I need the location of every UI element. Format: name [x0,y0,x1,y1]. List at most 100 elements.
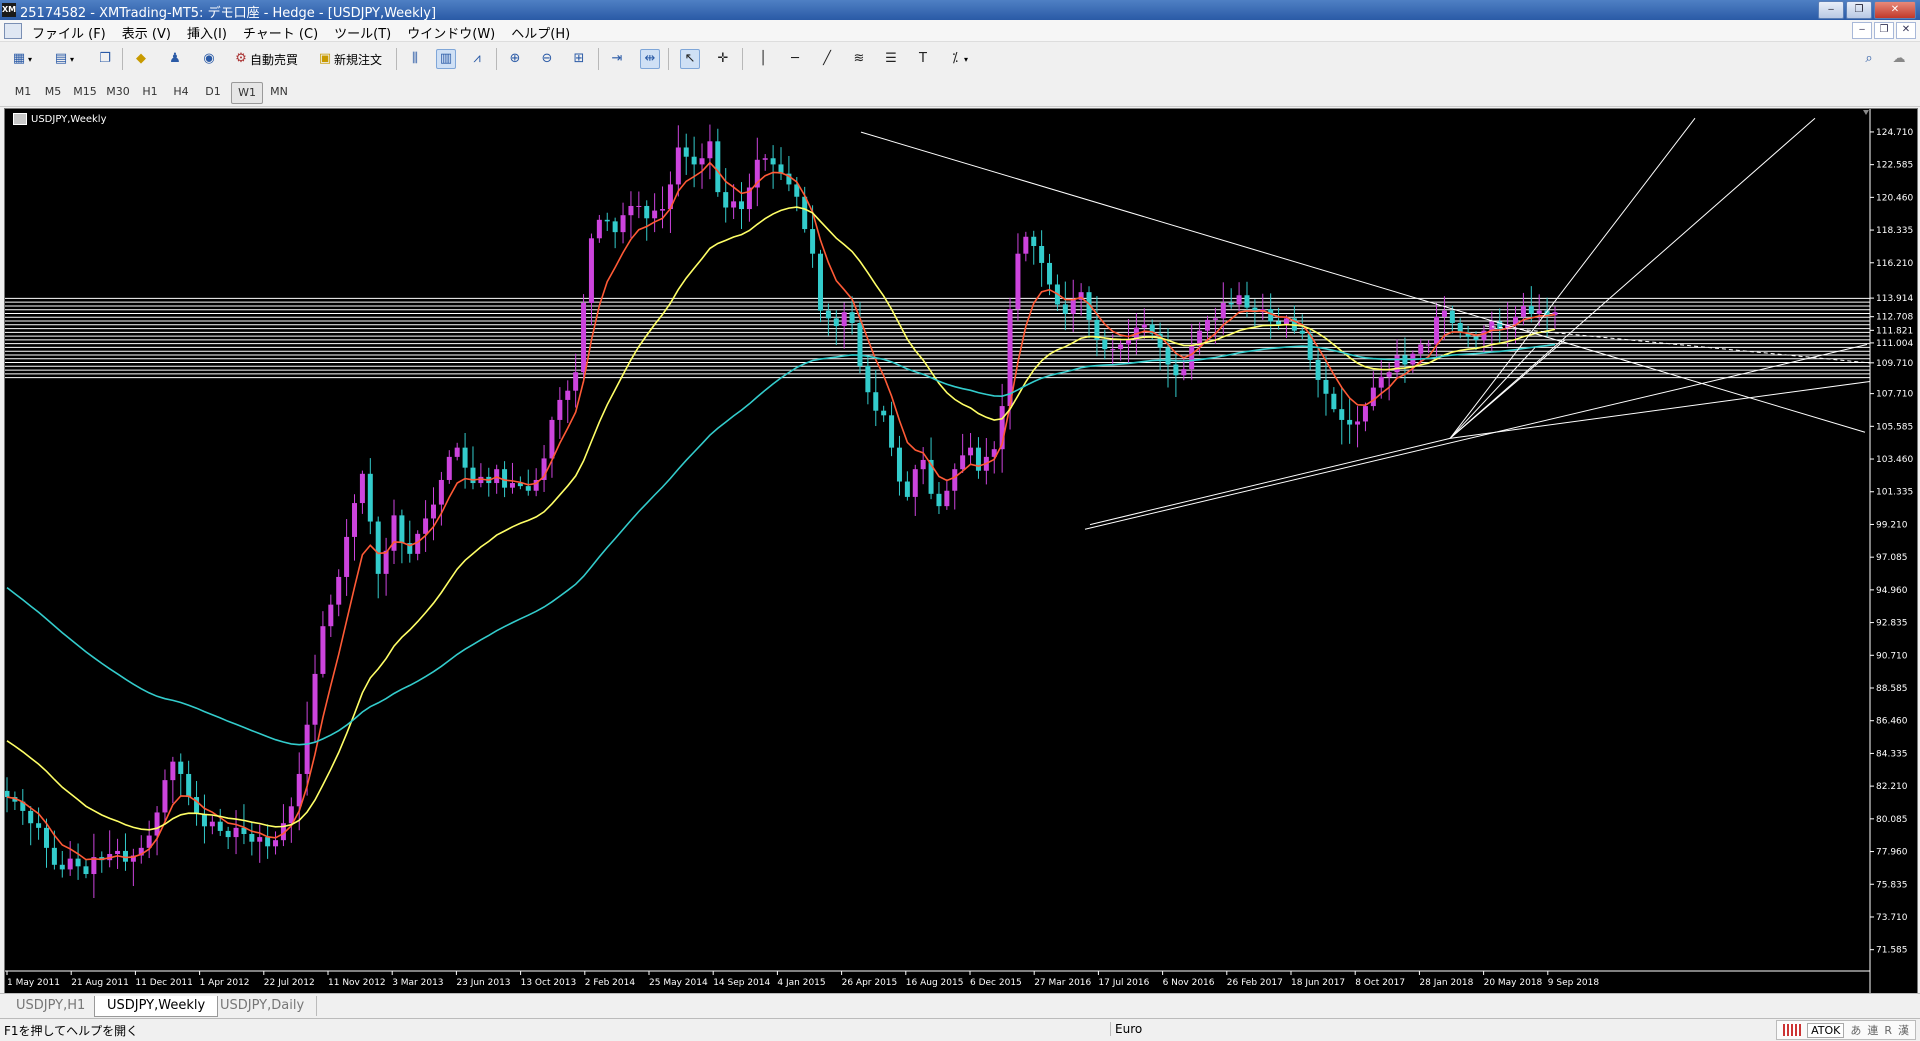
candle-body [1268,309,1274,322]
candle-body [43,827,49,848]
new-order-button[interactable]: ▣ 新規注文 [316,47,382,71]
search-button[interactable]: ⌕ [1860,47,1878,71]
menu-file[interactable]: ファイル (F) [28,22,118,43]
mdi-restore-button[interactable]: ❐ [1874,22,1894,39]
candle-body [502,469,508,488]
zoom-in-button[interactable]: ⊕ [506,47,524,71]
ime-kanji[interactable]: 漢 [1898,1022,1909,1038]
timeframe-m15[interactable]: M15 [70,82,100,102]
candlestick-button[interactable]: ▥ [436,47,456,71]
timeframe-h4[interactable]: H4 [166,82,196,102]
candle-body [67,858,73,870]
restore-button[interactable]: ❐ [1846,1,1872,19]
timeframe-h1[interactable]: H1 [135,82,165,102]
price-tick-label: 124.710 [1876,128,1913,138]
profiles-button[interactable]: ▤ ▾ [52,47,74,71]
app-menu-icon[interactable] [4,23,22,39]
navigator-button[interactable]: ◆ [132,47,150,71]
chart-tabs: USDJPY,H1 USDJPY,Weekly USDJPY,Daily [0,993,1920,1018]
tile-windows-button[interactable]: ⊞ [570,47,588,71]
time-tick-label: 26 Feb 2017 [1227,978,1283,988]
time-tick-label: 4 Jan 2015 [777,978,825,988]
bar-chart-button[interactable]: ⫼ [406,47,424,71]
mdi-close-button[interactable]: ✕ [1896,22,1916,39]
ime-conversion[interactable]: 連 [1867,1022,1878,1038]
tab-usdjpy-weekly[interactable]: USDJPY,Weekly [94,996,219,1017]
chat-icon: ☁ [1892,51,1906,66]
time-tick-label: 18 Jun 2017 [1291,978,1345,988]
mdi-minimize-button[interactable]: ‒ [1852,22,1872,39]
candle-body [849,312,855,323]
time-tick-label: 20 May 2018 [1484,978,1543,988]
candle-body [225,830,231,838]
market-watch-button[interactable]: ❐ [96,47,114,71]
line-chart-button[interactable]: ⩘ [468,47,486,71]
price-tick-label: 107.710 [1876,390,1913,400]
new-chart-button[interactable]: ▦ ▾ [10,47,32,71]
auto-trading-button[interactable]: ⚙ 自動売買 [232,47,298,71]
menu-tools[interactable]: ツール(T) [330,22,403,43]
cursor-button[interactable]: ↖ [680,47,700,71]
ime-roman[interactable]: R [1884,1024,1892,1037]
data-window-button[interactable]: ♟ [166,47,184,71]
time-tick-label: 11 Dec 2011 [135,978,193,988]
candle-body [1347,419,1353,425]
timeframe-m5[interactable]: M5 [38,82,68,102]
timeframe-w1[interactable]: W1 [231,82,263,104]
trendline-button[interactable]: ╱ [818,47,836,71]
channel-button[interactable]: ☰ [882,47,900,71]
timeframe-m30[interactable]: M30 [103,82,133,102]
fibonacci-button[interactable]: ≋ [850,47,868,71]
price-chart[interactable]: 124.710 122.585 120.460 118.335 116.210 113.9… [5,109,1917,994]
candle-body [1283,318,1289,325]
menu-window[interactable]: ウインドウ(W) [403,22,507,43]
title-bar: XM 25174582 - XMTrading-MT5: デモ口座 - Hedg… [0,0,1920,21]
close-button[interactable]: ✕ [1874,1,1916,19]
tab-usdjpy-daily[interactable]: USDJPY,Daily [208,996,318,1016]
menu-insert[interactable]: 挿入(I) [183,22,239,43]
timeframe-m1[interactable]: M1 [8,82,38,102]
tab-usdjpy-h1[interactable]: USDJPY,H1 [4,996,99,1016]
menu-chart[interactable]: チャート (C) [239,22,330,43]
new-chart-icon: ▦ [12,51,26,66]
menu-help[interactable]: ヘルプ(H) [507,22,582,43]
autoscroll-icon: ⇥ [611,51,623,66]
candlestick-icon: ▥ [436,49,456,69]
time-tick-label: 3 Mar 2013 [392,978,443,988]
candle-body [825,310,831,319]
time-tick-label: 28 Jan 2018 [1419,978,1473,988]
candle-body [1070,299,1076,314]
crosshair-button[interactable]: ✛ [714,47,732,71]
chart-background [5,109,1917,994]
horizontal-line-button[interactable]: ─ [786,47,804,71]
candle-body [470,467,476,484]
chat-button[interactable]: ☁ [1890,47,1908,71]
zoom-out-button[interactable]: ⊖ [538,47,556,71]
text-icon: T [919,51,927,66]
candle-body [1457,322,1463,333]
candle-body [359,473,365,504]
chart-window[interactable]: 124.710 122.585 120.460 118.335 116.210 113.9… [4,108,1918,995]
ime-atok[interactable]: ATOK [1807,1022,1845,1038]
price-tick-label: 77.960 [1876,848,1908,858]
shapes-icon: ⁒ [952,51,958,66]
timeframe-mn[interactable]: MN [264,82,294,102]
menu-view[interactable]: 表示 (V) [118,22,183,43]
timeframe-d1[interactable]: D1 [198,82,228,102]
candle-body [573,372,579,391]
signals-button[interactable]: ◉ [200,47,218,71]
candle-body [612,221,618,233]
candle-body [1212,318,1218,320]
shapes-button[interactable]: ⁒ ▾ [946,47,968,71]
price-tick-label: 94.960 [1876,586,1908,596]
toolbar-separator [742,48,743,70]
autoscroll-button[interactable]: ⇥ [608,47,626,71]
bar-chart-icon: ⫼ [412,51,418,66]
candle-body [1449,310,1455,323]
minimize-button[interactable]: ‒ [1818,1,1844,19]
text-button[interactable]: T [914,47,932,71]
chart-shift-button[interactable]: ⇹ [640,47,660,71]
candle-body [59,864,65,870]
vertical-line-button[interactable]: │ [754,47,772,71]
ime-mode[interactable]: あ [1850,1022,1861,1038]
